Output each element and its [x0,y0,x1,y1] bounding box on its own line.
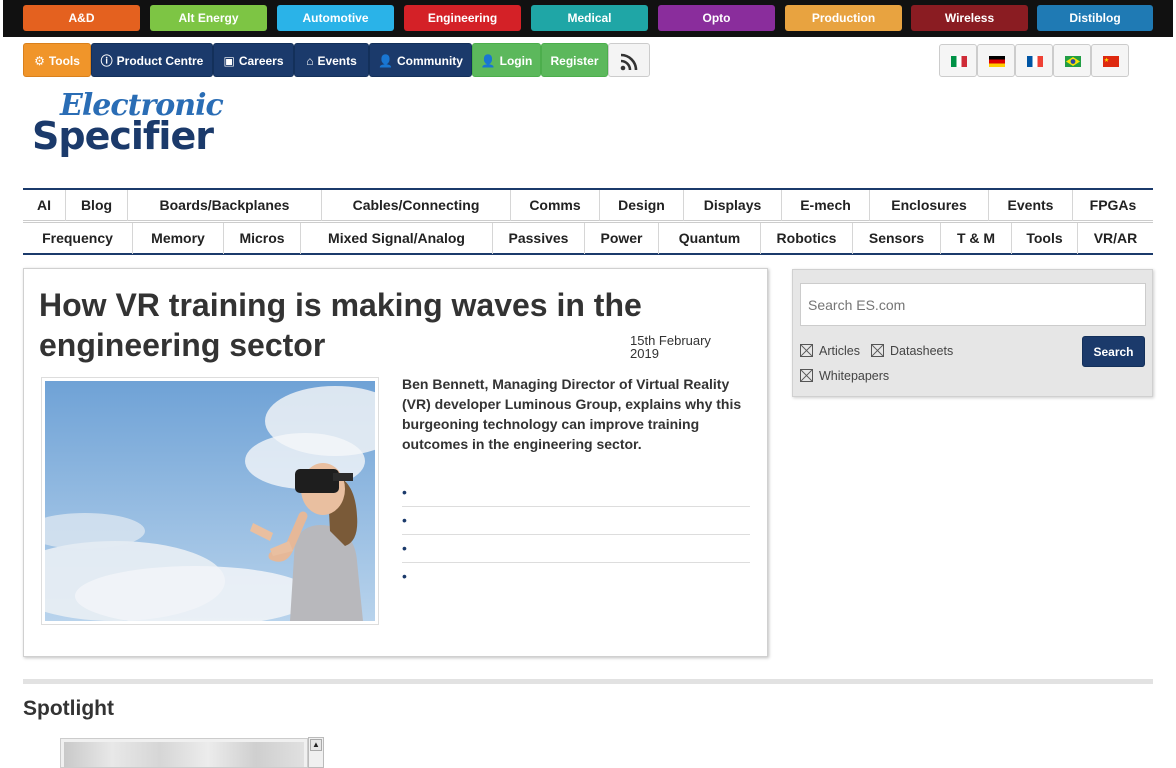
list-item[interactable]: • [402,563,750,591]
spotlight-image[interactable] [60,738,308,768]
login-button[interactable]: 👤 Login [472,43,541,77]
section-tab-medical[interactable]: Medical [531,5,648,31]
section-tab-automotive[interactable]: Automotive [277,5,394,31]
search-panel: Articles Datasheets Whitepapers Search [792,269,1153,397]
careers-button[interactable]: ▣ Careers [213,43,294,77]
category-boards-backplanes[interactable]: Boards/Backplanes [128,190,322,221]
briefcase-icon: ▣ [223,54,235,68]
list-item[interactable]: • [402,507,750,535]
flag-germany-button[interactable] [977,44,1015,77]
section-tab-wireless[interactable]: Wireless [911,5,1028,31]
info-icon: ⓘ [100,54,113,68]
user-icon: 👤 [480,54,496,68]
category-memory[interactable]: Memory [133,223,224,254]
user-icon: 👤 [378,54,393,68]
register-button[interactable]: Register [541,43,608,77]
section-tab-ad[interactable]: A&D [23,5,140,31]
checkbox-icon [800,369,813,382]
category-quantum[interactable]: Quantum [659,223,761,254]
category-cables-connecting[interactable]: Cables/Connecting [322,190,511,221]
section-tab-distiblog[interactable]: Distiblog [1037,5,1153,31]
germany-flag-icon [989,56,1005,67]
article-lede: Ben Bennett, Managing Director of Virtua… [402,376,742,452]
category-blog[interactable]: Blog [66,190,128,221]
gear-icon: ⚙ [34,54,45,68]
flag-brazil-button[interactable] [1053,44,1091,77]
category-passives[interactable]: Passives [493,223,585,254]
vr-headset-photo [45,381,375,621]
category-nav-row-2: Frequency Memory Micros Mixed Signal/Ana… [23,222,1153,255]
category-enclosures[interactable]: Enclosures [870,190,989,221]
product-centre-button[interactable]: ⓘ Product Centre [91,43,213,77]
section-tab-opto[interactable]: Opto [658,5,775,31]
category-mixed-signal-analog[interactable]: Mixed Signal/Analog [301,223,493,254]
flag-china-button[interactable] [1091,44,1129,77]
brazil-flag-icon [1065,56,1081,67]
events-button[interactable]: ⌂ Events [294,43,369,77]
checkbox-icon [871,344,884,357]
list-item[interactable]: • [402,479,750,507]
category-ai[interactable]: AI [23,190,66,221]
category-tools[interactable]: Tools [1012,223,1078,254]
category-fpgas[interactable]: FPGAs [1073,190,1153,221]
category-sensors[interactable]: Sensors [853,223,941,254]
section-tab-production[interactable]: Production [785,5,902,31]
scroll-up-icon[interactable]: ▲ [310,739,322,751]
category-robotics[interactable]: Robotics [761,223,853,254]
article-image[interactable] [41,377,379,625]
section-tab-alt-energy[interactable]: Alt Energy [150,5,267,31]
article-links-list: • • • • [402,479,750,591]
france-flag-icon [1027,56,1043,67]
checkbox-icon [800,344,813,357]
search-button[interactable]: Search [1082,336,1145,367]
whitepapers-checkbox[interactable]: Whitepapers [800,369,889,383]
spotlight-image-content [64,742,304,767]
tools-button[interactable]: ⚙ Tools [23,43,91,77]
section-tab-engineering[interactable]: Engineering [404,5,521,31]
site-logo[interactable]: Electronic Specifier [30,88,240,168]
spotlight-heading: Spotlight [23,697,114,720]
flag-italy-button[interactable] [939,44,977,77]
logo-main-text: Specifier [32,114,214,158]
category-t-and-m[interactable]: T & M [941,223,1012,254]
category-displays[interactable]: Displays [684,190,782,221]
list-item[interactable]: • [402,535,750,563]
article-date: 15th February 2019 [630,333,711,361]
article-card: How VR training is making waves in the e… [23,268,768,657]
community-button[interactable]: 👤 Community [369,43,472,77]
category-design[interactable]: Design [600,190,684,221]
rss-icon [620,53,638,71]
category-micros[interactable]: Micros [224,223,301,254]
category-vr-ar[interactable]: VR/AR [1078,223,1153,254]
search-input[interactable] [800,283,1146,326]
category-frequency[interactable]: Frequency [23,223,133,254]
section-divider [23,679,1153,684]
category-comms[interactable]: Comms [511,190,600,221]
articles-checkbox[interactable]: Articles [800,344,860,358]
category-e-mech[interactable]: E-mech [782,190,870,221]
home-icon: ⌂ [306,54,314,68]
flag-france-button[interactable] [1015,44,1053,77]
section-bar: A&D Alt Energy Automotive Engineering Me… [3,0,1173,37]
category-nav-row-1: AI Blog Boards/Backplanes Cables/Connect… [23,188,1153,221]
spotlight-scrollbar[interactable]: ▲ [308,737,324,768]
rss-button[interactable] [608,43,650,77]
category-power[interactable]: Power [585,223,659,254]
article-title[interactable]: How VR training is making waves in the e… [39,285,699,365]
china-flag-icon [1103,56,1119,67]
italy-flag-icon [951,56,967,67]
category-events[interactable]: Events [989,190,1073,221]
datasheets-checkbox[interactable]: Datasheets [871,344,953,358]
